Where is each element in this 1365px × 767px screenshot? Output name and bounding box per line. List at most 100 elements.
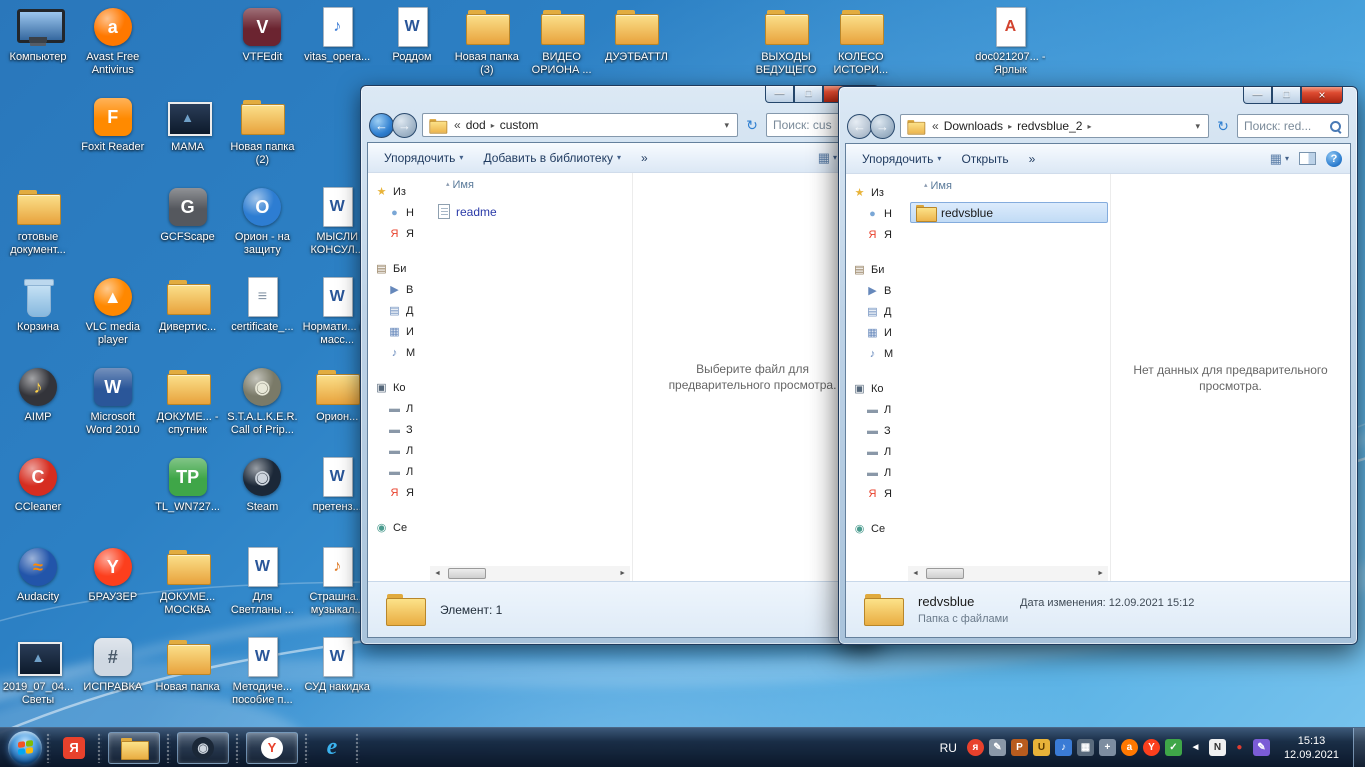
nav-item[interactable]: ▬ Л — [853, 441, 908, 462]
desktop-icon[interactable]: W Microsoft Word 2010 — [77, 366, 149, 437]
tray-yandex-icon[interactable]: я — [966, 739, 984, 756]
explorer-window-custom[interactable]: — □ × ← → «dod▸custom ▾ ↻ Поиск: cus Упо… — [360, 85, 880, 645]
tray-shield-icon[interactable]: U — [1032, 739, 1050, 756]
scroll-right-icon[interactable]: ► — [1095, 570, 1106, 577]
nav-item[interactable]: ▣ Ко — [375, 377, 430, 398]
address-bar[interactable]: «dod ▸ custom ▾ — [422, 113, 738, 137]
tray-avast-icon[interactable]: a — [1120, 739, 1138, 756]
toolbar-button[interactable]: » — [633, 148, 656, 168]
scrollbar-track[interactable] — [923, 568, 1093, 579]
breadcrumb-overflow[interactable]: « — [452, 118, 463, 132]
minimize-button[interactable]: — — [765, 86, 794, 103]
nav-item[interactable]: ◉ Се — [853, 518, 908, 539]
clock[interactable]: 15:13 12.09.2021 — [1275, 734, 1348, 762]
scrollbar-track[interactable] — [445, 568, 615, 579]
column-header-name[interactable]: ▴ Имя — [908, 178, 1110, 196]
views-button[interactable]: ▦ ▾ — [1270, 151, 1289, 167]
desktop-icon[interactable]: ▲ MAMA — [152, 96, 224, 154]
toolbar-button[interactable]: Упорядочить ▾ — [854, 149, 949, 169]
desktop-icon[interactable]: ◉ S.T.A.L.K.E.R. Call of Prip... — [226, 366, 298, 437]
desktop-icon[interactable]: ≈ Audacity — [2, 546, 74, 604]
nav-item[interactable]: ▶ В — [853, 280, 908, 301]
toolbar-button[interactable]: Упорядочить ▾ — [376, 148, 471, 168]
tray-paint-icon[interactable]: P — [1010, 739, 1028, 756]
desktop-icon[interactable]: W СУД накидка — [301, 636, 373, 694]
desktop-icon[interactable]: Adoc021207... - Ярлык — [974, 6, 1046, 77]
tray-pen-icon[interactable]: ✎ — [1252, 739, 1270, 756]
nav-item[interactable]: ▤ Д — [375, 300, 430, 321]
breadcrumb-overflow[interactable]: « — [930, 119, 941, 133]
forward-button[interactable]: → — [870, 113, 895, 139]
tray-tool-icon[interactable]: ✎ — [988, 739, 1006, 756]
nav-item[interactable]: ▬ З — [853, 420, 908, 441]
nav-item[interactable]: ▤ Д — [853, 301, 908, 322]
desktop-icon[interactable]: КОЛЕСО ИСТОРИ... — [825, 6, 897, 77]
back-button[interactable]: ← — [369, 112, 394, 138]
nav-item[interactable]: ▤ Би — [853, 259, 908, 280]
column-header-name[interactable]: ▴ Имя — [430, 177, 632, 195]
nav-item[interactable]: ЯЯ — [853, 483, 908, 504]
nav-item[interactable]: ● Н — [375, 202, 430, 223]
desktop-icon[interactable]: ♪ AIMP — [2, 366, 74, 424]
scroll-right-icon[interactable]: ► — [617, 570, 628, 577]
toolbar-button[interactable]: Добавить в библиотеку ▾ — [475, 148, 629, 168]
titlebar[interactable]: — □ × — [839, 87, 1357, 111]
nav-item[interactable]: ЯЯ — [375, 482, 430, 503]
desktop-icon[interactable]: TP TL_WN727... — [152, 456, 224, 514]
desktop-icon[interactable]: F Foxit Reader — [77, 96, 149, 154]
horizontal-scrollbar[interactable]: ◄ ► — [908, 566, 1108, 581]
desktop-icon[interactable]: ВЫХОДЫ ВЕДУЩЕГО — [750, 6, 822, 77]
desktop-icon[interactable]: ▲ VLC media player — [77, 276, 149, 347]
desktop-icon[interactable]: G GCFScape — [152, 186, 224, 244]
scrollbar-thumb[interactable] — [925, 568, 964, 579]
back-button[interactable]: ← — [847, 113, 872, 139]
toolbar-button[interactable]: » — [1021, 149, 1044, 169]
nav-item[interactable]: ЯЯ — [853, 224, 908, 245]
tray-notepad-icon[interactable]: N — [1208, 739, 1226, 756]
nav-item[interactable]: ▣ Ко — [853, 378, 908, 399]
nav-item[interactable]: ▬ Л — [375, 461, 430, 482]
tray-green-icon[interactable]: ✓ — [1164, 739, 1182, 756]
search-box[interactable]: Поиск: red... — [1237, 114, 1349, 138]
taskbar-button-yandex[interactable]: Я — [57, 731, 91, 765]
nav-item[interactable]: ◉ Се — [375, 517, 430, 538]
forward-button[interactable]: → — [392, 112, 417, 138]
desktop-icon[interactable]: Новая папка (2) — [226, 96, 298, 167]
taskbar-button-steam[interactable]: ◉ — [177, 731, 229, 764]
scrollbar-thumb[interactable] — [447, 568, 486, 579]
nav-item[interactable]: ♪ М — [853, 343, 908, 364]
nav-item[interactable]: ▦ И — [853, 322, 908, 343]
nav-item[interactable]: ♪ М — [375, 342, 430, 363]
maximize-button[interactable]: □ — [794, 86, 823, 103]
minimize-button[interactable]: — — [1243, 87, 1272, 104]
maximize-button[interactable]: □ — [1272, 87, 1301, 104]
address-bar[interactable]: «Downloads ▸ redvsblue_2 ▸ ▾ — [900, 114, 1209, 138]
desktop-icon[interactable]: a Avast Free Antivirus — [77, 6, 149, 77]
help-button[interactable]: ? — [1326, 150, 1342, 167]
desktop-icon[interactable]: W Для Светланы ... — [226, 546, 298, 617]
preview-pane-button[interactable] — [1299, 152, 1316, 165]
nav-item[interactable]: ★ Из — [375, 181, 430, 202]
nav-item[interactable]: ● Н — [853, 203, 908, 224]
desktop-icon[interactable]: Новая папка — [152, 636, 224, 694]
breadcrumb-item[interactable]: dod — [463, 118, 489, 132]
explorer-window-redvsblue[interactable]: — □ × ← → «Downloads ▸ redvsblue_2 ▸ ▾ ↻ По… — [838, 86, 1358, 645]
desktop-icon[interactable]: Y БРАУЗЕР — [77, 546, 149, 604]
desktop-icon[interactable]: C CCleaner — [2, 456, 74, 514]
tray-audio-icon[interactable]: ♪ — [1054, 739, 1072, 756]
scroll-left-icon[interactable]: ◄ — [432, 570, 443, 577]
desktop-icon[interactable]: О Орион - на защиту — [226, 186, 298, 257]
taskbar-button-internet-explorer[interactable]: e — [315, 731, 349, 765]
language-indicator[interactable]: RU — [935, 741, 962, 755]
taskbar-button-yandex-browser[interactable]: Y — [246, 731, 298, 764]
refresh-button[interactable]: ↻ — [743, 117, 761, 134]
nav-item[interactable]: ▬ З — [375, 419, 430, 440]
desktop-icon[interactable]: ▲ 2019_07_04... Светы — [2, 636, 74, 707]
desktop-icon[interactable]: ДУЭТБАТТЛ — [600, 6, 672, 64]
desktop-icon[interactable]: ДОКУМЕ... - спутник — [152, 366, 224, 437]
scroll-left-icon[interactable]: ◄ — [910, 570, 921, 577]
nav-item[interactable]: ▬ Л — [853, 462, 908, 483]
desktop-icon[interactable]: V VTFEdit — [226, 6, 298, 64]
desktop-icon[interactable]: Дивертис... — [152, 276, 224, 334]
breadcrumb-item[interactable]: custom — [497, 118, 542, 132]
